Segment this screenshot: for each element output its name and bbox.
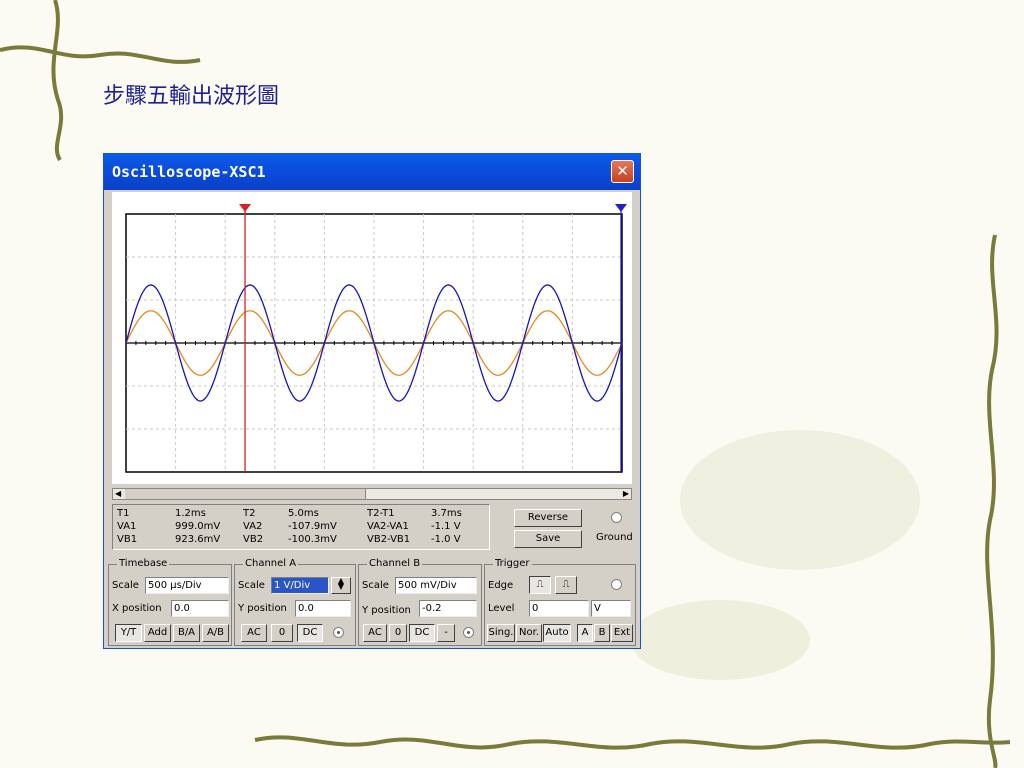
diff-time: 3.7ms: [431, 508, 462, 519]
close-button[interactable]: ✕: [611, 160, 634, 183]
timebase-group: Timebase Scale 500 µs/Div X position 0.0…: [108, 558, 232, 646]
falling-edge-button[interactable]: ⎍: [555, 576, 577, 594]
ch-a-dc-button[interactable]: DC: [297, 624, 323, 642]
ch-a-scale-field[interactable]: 1 V/Div: [271, 577, 329, 594]
ground-label: Ground: [596, 532, 633, 543]
vb2-value: -100.3mV: [288, 534, 337, 545]
channel-b-group: Channel B Scale 500 mV/Div Y position -0…: [358, 558, 482, 646]
t1-label: T1: [117, 508, 130, 519]
rising-edge-button[interactable]: ⎍: [529, 576, 551, 594]
trigger-source-ext-button[interactable]: Ext: [611, 624, 633, 642]
ch-a-ypos-field[interactable]: 0.0: [295, 600, 351, 617]
xpos-label: X position: [112, 603, 162, 614]
ch-a-radio[interactable]: [333, 627, 344, 638]
scroll-thumb[interactable]: [125, 489, 366, 499]
slide-title: 步驟五輸出波形圖: [103, 84, 280, 109]
reverse-button[interactable]: Reverse: [514, 509, 582, 527]
horizontal-scrollbar[interactable]: ◀ ▶: [112, 488, 632, 500]
trigger-auto-button[interactable]: Auto: [543, 624, 571, 642]
falling-edge-icon: ⎍: [562, 579, 570, 590]
trigger-source-a-button[interactable]: A: [577, 624, 593, 642]
oscilloscope-window: Oscilloscope-XSC1 ✕ ◀ ▶ T1 1.2ms VA1 999…: [103, 153, 641, 649]
ch-a-scale-label: Scale: [238, 580, 265, 591]
va2-value: -107.9mV: [288, 521, 337, 532]
vb2-label: VB2: [243, 534, 264, 545]
ch-b-minus-button[interactable]: -: [437, 624, 455, 642]
channel-a-label: Channel A: [243, 558, 299, 569]
mode-ba-button[interactable]: B/A: [173, 624, 200, 642]
ch-a-zero-button[interactable]: 0: [271, 624, 293, 642]
ch-b-zero-button[interactable]: 0: [389, 624, 407, 642]
xpos-field[interactable]: 0.0: [171, 600, 229, 617]
vb1-value: 923.6mV: [175, 534, 221, 545]
level-field[interactable]: 0: [529, 600, 589, 617]
ch-a-ac-button[interactable]: AC: [241, 624, 267, 642]
scroll-right-icon[interactable]: ▶: [623, 489, 629, 499]
va1-value: 999.0mV: [175, 521, 221, 532]
diff-vb-value: -1.0 V: [431, 534, 461, 545]
va2-label: VA2: [243, 521, 263, 532]
title-bar[interactable]: Oscilloscope-XSC1 ✕: [104, 154, 640, 190]
scope-display: [112, 192, 632, 484]
cursor-2-marker-icon: [615, 204, 627, 212]
timebase-label: Timebase: [117, 558, 170, 569]
diff-vb-label: VB2-VB1: [367, 534, 411, 545]
spin-down-icon[interactable]: ▼: [338, 582, 344, 591]
diff-va-value: -1.1 V: [431, 521, 461, 532]
diff-label: T2-T1: [367, 508, 395, 519]
t2-time: 5.0ms: [288, 508, 319, 519]
ch-a-ypos-label: Y position: [238, 603, 287, 614]
rising-edge-icon: ⎍: [536, 579, 544, 590]
ch-b-dc-button[interactable]: DC: [409, 624, 435, 642]
ch-b-ac-button[interactable]: AC: [363, 624, 387, 642]
ch-b-radio[interactable]: [463, 627, 474, 638]
save-button[interactable]: Save: [514, 530, 582, 548]
trigger-single-button[interactable]: Sing.: [487, 624, 515, 642]
ch-a-scale-spinner[interactable]: ▲ ▼: [331, 577, 351, 594]
t2-label: T2: [243, 508, 256, 519]
trigger-normal-button[interactable]: Nor.: [516, 624, 542, 642]
cursor-readout: T1 1.2ms VA1 999.0mV VB1 923.6mV T2 5.0m…: [112, 504, 490, 550]
level-label: Level: [488, 603, 515, 614]
va1-label: VA1: [117, 521, 137, 532]
t1-time: 1.2ms: [175, 508, 206, 519]
timebase-scale-label: Scale: [112, 580, 139, 591]
trigger-radio[interactable]: [611, 579, 622, 590]
mode-add-button[interactable]: Add: [144, 624, 171, 642]
vb1-label: VB1: [117, 534, 138, 545]
ground-radio[interactable]: [611, 512, 622, 523]
window-title: Oscilloscope-XSC1: [112, 163, 266, 181]
trigger-source-b-button[interactable]: B: [594, 624, 610, 642]
close-icon: ✕: [616, 162, 629, 180]
mode-ab-button[interactable]: A/B: [202, 624, 229, 642]
ch-b-scale-field[interactable]: 500 mV/Div: [395, 577, 477, 594]
ch-b-scale-label: Scale: [362, 580, 389, 591]
channel-b-label: Channel B: [367, 558, 423, 569]
level-unit-select[interactable]: V: [591, 600, 631, 617]
trigger-label: Trigger: [493, 558, 532, 569]
diff-va-label: VA2-VA1: [367, 521, 409, 532]
timebase-scale-field[interactable]: 500 µs/Div: [145, 577, 229, 594]
scroll-left-icon[interactable]: ◀: [115, 489, 121, 499]
mode-yt-button[interactable]: Y/T: [115, 624, 142, 642]
ch-b-ypos-field[interactable]: -0.2: [419, 600, 477, 617]
trigger-group: Trigger Edge ⎍ ⎍ Level 0 V Sing. Nor. Au…: [484, 558, 636, 646]
edge-label: Edge: [488, 580, 514, 591]
ch-b-ypos-label: Y position: [362, 605, 411, 616]
channel-a-group: Channel A Scale 1 V/Div ▲ ▼ Y position 0…: [234, 558, 356, 646]
cursor-1-marker-icon: [239, 204, 252, 212]
